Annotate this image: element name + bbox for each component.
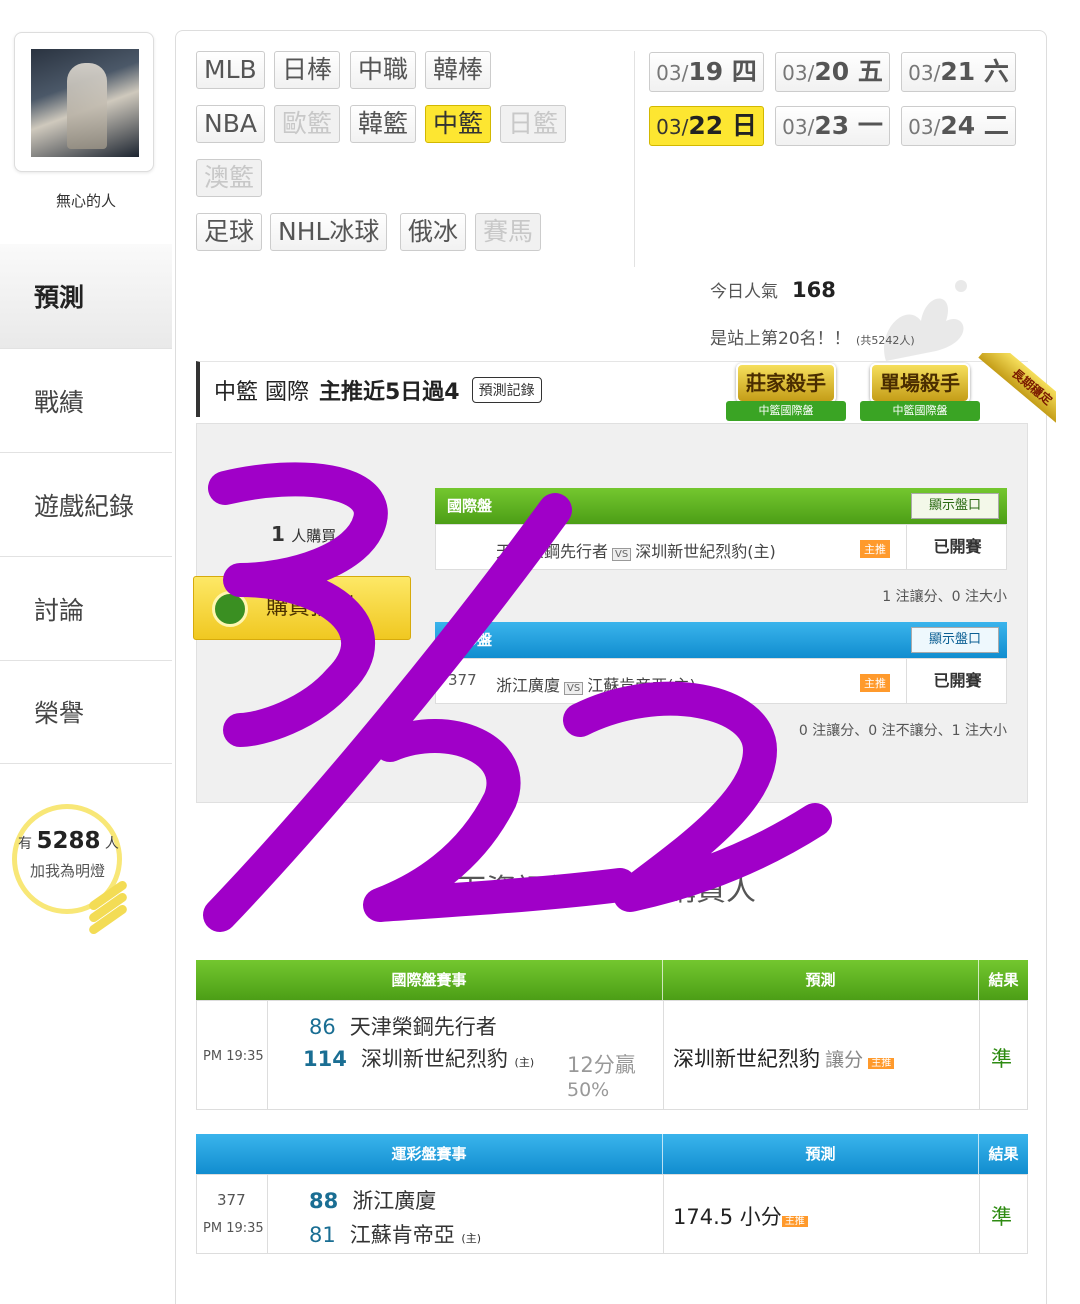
sport-nba[interactable]: NBA — [196, 105, 265, 143]
nav-item-record[interactable]: 戰績 — [0, 348, 172, 452]
sport-cpbl[interactable]: 中職 — [350, 51, 417, 89]
intl-table-row: 天津榮鋼先行者 VS 深圳新世紀烈豹(主) 主推 已開賽 — [435, 524, 1007, 570]
purchase-section: 1 人購買 購買預測 國際盤 顯示盤口 天津榮鋼先行者 VS 深圳新世紀烈豹(主) … — [193, 423, 1028, 803]
avatar-card[interactable] — [14, 32, 154, 172]
coin-icon — [212, 591, 248, 627]
sport-nhl[interactable]: NHL冰球 — [270, 213, 388, 251]
intl-table-header: 國際盤 顯示盤口 — [435, 488, 1007, 524]
nav-item-discussion[interactable]: 討論 — [0, 556, 172, 660]
away-line: 86 天津榮鋼先行者 — [309, 1015, 497, 1039]
sport-soccer[interactable]: 足球 — [196, 213, 263, 251]
sport-table-header: 運彩盤 顯示盤口 — [435, 622, 1007, 658]
margin: 12分贏 — [567, 1053, 636, 1077]
nav-item-honor[interactable]: 榮譽 — [0, 660, 172, 764]
sport-kbl[interactable]: 韓籃 — [350, 105, 417, 143]
sport-kbo[interactable]: 韓棒 — [425, 51, 492, 89]
sidebar: 無心的人 預測 戰績 遊戲紀錄 討論 榮譽 有 5288 人 加我為明燈 — [0, 0, 172, 1304]
sport-outcome: 準 — [991, 1205, 1012, 1229]
sport-results-header: 運彩盤賽事 預測 結果 — [196, 1134, 1028, 1174]
away-line: 88 浙江廣廈 — [309, 1189, 437, 1213]
main-pick-tag: 主推 — [860, 540, 890, 558]
intl-prediction: 深圳新世紀烈豹 讓分 主推 — [673, 1043, 895, 1073]
sport-jpn-baseball[interactable]: 日棒 — [274, 51, 341, 89]
lightbulb-base-icon — [86, 879, 130, 944]
site-rank: 是站上第20名！！ (共5242人) — [710, 329, 915, 349]
sport-euro-basketball: 歐籃 — [274, 105, 341, 143]
sport-cba[interactable]: 中籃 — [425, 105, 492, 143]
highlight-text: 主推近5日過4 — [319, 379, 460, 405]
sport-show-odds-button[interactable]: 顯示盤口 — [911, 627, 999, 653]
logo-watermark-icon — [884, 280, 967, 361]
sport-khl[interactable]: 俄冰 — [400, 213, 467, 251]
username[interactable]: 無心的人 — [0, 190, 172, 211]
date-0322[interactable]: 03/22 日 — [649, 106, 764, 146]
date-0320[interactable]: 03/20 五 — [775, 52, 890, 92]
buy-prediction-button[interactable]: 購買預測 — [193, 576, 411, 640]
sport-status: 已開賽 — [906, 659, 1008, 703]
sport-nbl: 澳籃 — [196, 159, 263, 197]
badge-bookie-killer: 莊家殺手 中籃國際盤 — [726, 363, 846, 427]
long-term-stable-ribbon: 長期穩定 — [976, 353, 1056, 433]
buyer-count: 1 人購買 — [271, 522, 337, 546]
game-time: PM 19:35 — [203, 1049, 264, 1064]
main-panel: MLB 日棒 中職 韓棒 NBA 歐籃 韓籃 中籃 日籃 澳籃 足球 NHL冰球… — [175, 30, 1056, 1304]
sport-horse-racing: 賽馬 — [475, 213, 542, 251]
main-pick-tag: 主推 — [860, 674, 890, 692]
prediction-record-button[interactable]: 預測記錄 — [471, 376, 542, 403]
date-0319[interactable]: 03/19 四 — [649, 52, 764, 92]
fans-count: 有 5288 人 — [18, 828, 119, 854]
intl-note: 1 注讓分、0 注大小 — [882, 589, 1007, 605]
game-number: 377 — [448, 671, 477, 689]
intl-results-header: 國際盤賽事 預測 結果 — [196, 960, 1028, 1000]
intl-outcome: 準 — [991, 1047, 1012, 1071]
league-label: 中籃 國際 — [214, 379, 309, 405]
percentage: 50% — [567, 1079, 610, 1101]
avatar[interactable] — [31, 49, 139, 157]
sport-note: 0 注讓分、0 注不讓分、1 注大小 — [798, 723, 1007, 739]
buyers-only-notice: 以下資訊僅提供給購買人 — [426, 873, 756, 908]
game-time: PM 19:35 — [203, 1221, 264, 1236]
nav-item-predict[interactable]: 預測 — [0, 244, 172, 348]
sport-prediction: 174.5 小分 主推 — [673, 1201, 808, 1231]
intl-results-row: PM 19:35 86 天津榮鋼先行者 114 深圳新世紀烈豹 (主) 12分贏 5… — [196, 1000, 1028, 1110]
sport-matchup: 浙江廣廈 VS 江蘇肯帝亞(主) — [496, 676, 696, 695]
game-number: 377 — [217, 1191, 246, 1209]
sport-table-row: 377 浙江廣廈 VS 江蘇肯帝亞(主) 主推 已開賽 — [435, 658, 1007, 704]
date-0324[interactable]: 03/24 二 — [901, 106, 1016, 146]
sport-mlb[interactable]: MLB — [196, 51, 265, 89]
home-line: 114 深圳新世紀烈豹 (主) — [303, 1047, 535, 1071]
today-popularity: 今日人氣 168 — [710, 278, 836, 302]
sport-jpn-basketball: 日籃 — [500, 105, 567, 143]
badge-single-killer: 單場殺手 中籃國際盤 — [860, 363, 980, 427]
date-0323[interactable]: 03/23 一 — [775, 106, 890, 146]
fans-label[interactable]: 加我為明燈 — [30, 860, 105, 881]
nav-item-game-log[interactable]: 遊戲紀錄 — [0, 452, 172, 556]
intl-status: 已開賽 — [906, 525, 1008, 569]
sport-results-row: 377 PM 19:35 88 浙江廣廈 81 江蘇肯帝亞 (主) 174.5 小分… — [196, 1174, 1028, 1254]
date-0321[interactable]: 03/21 六 — [901, 52, 1016, 92]
intl-show-odds-button[interactable]: 顯示盤口 — [911, 493, 999, 519]
intl-matchup: 天津榮鋼先行者 VS 深圳新世紀烈豹(主) — [496, 542, 776, 561]
home-line: 81 江蘇肯帝亞 (主) — [309, 1223, 482, 1247]
